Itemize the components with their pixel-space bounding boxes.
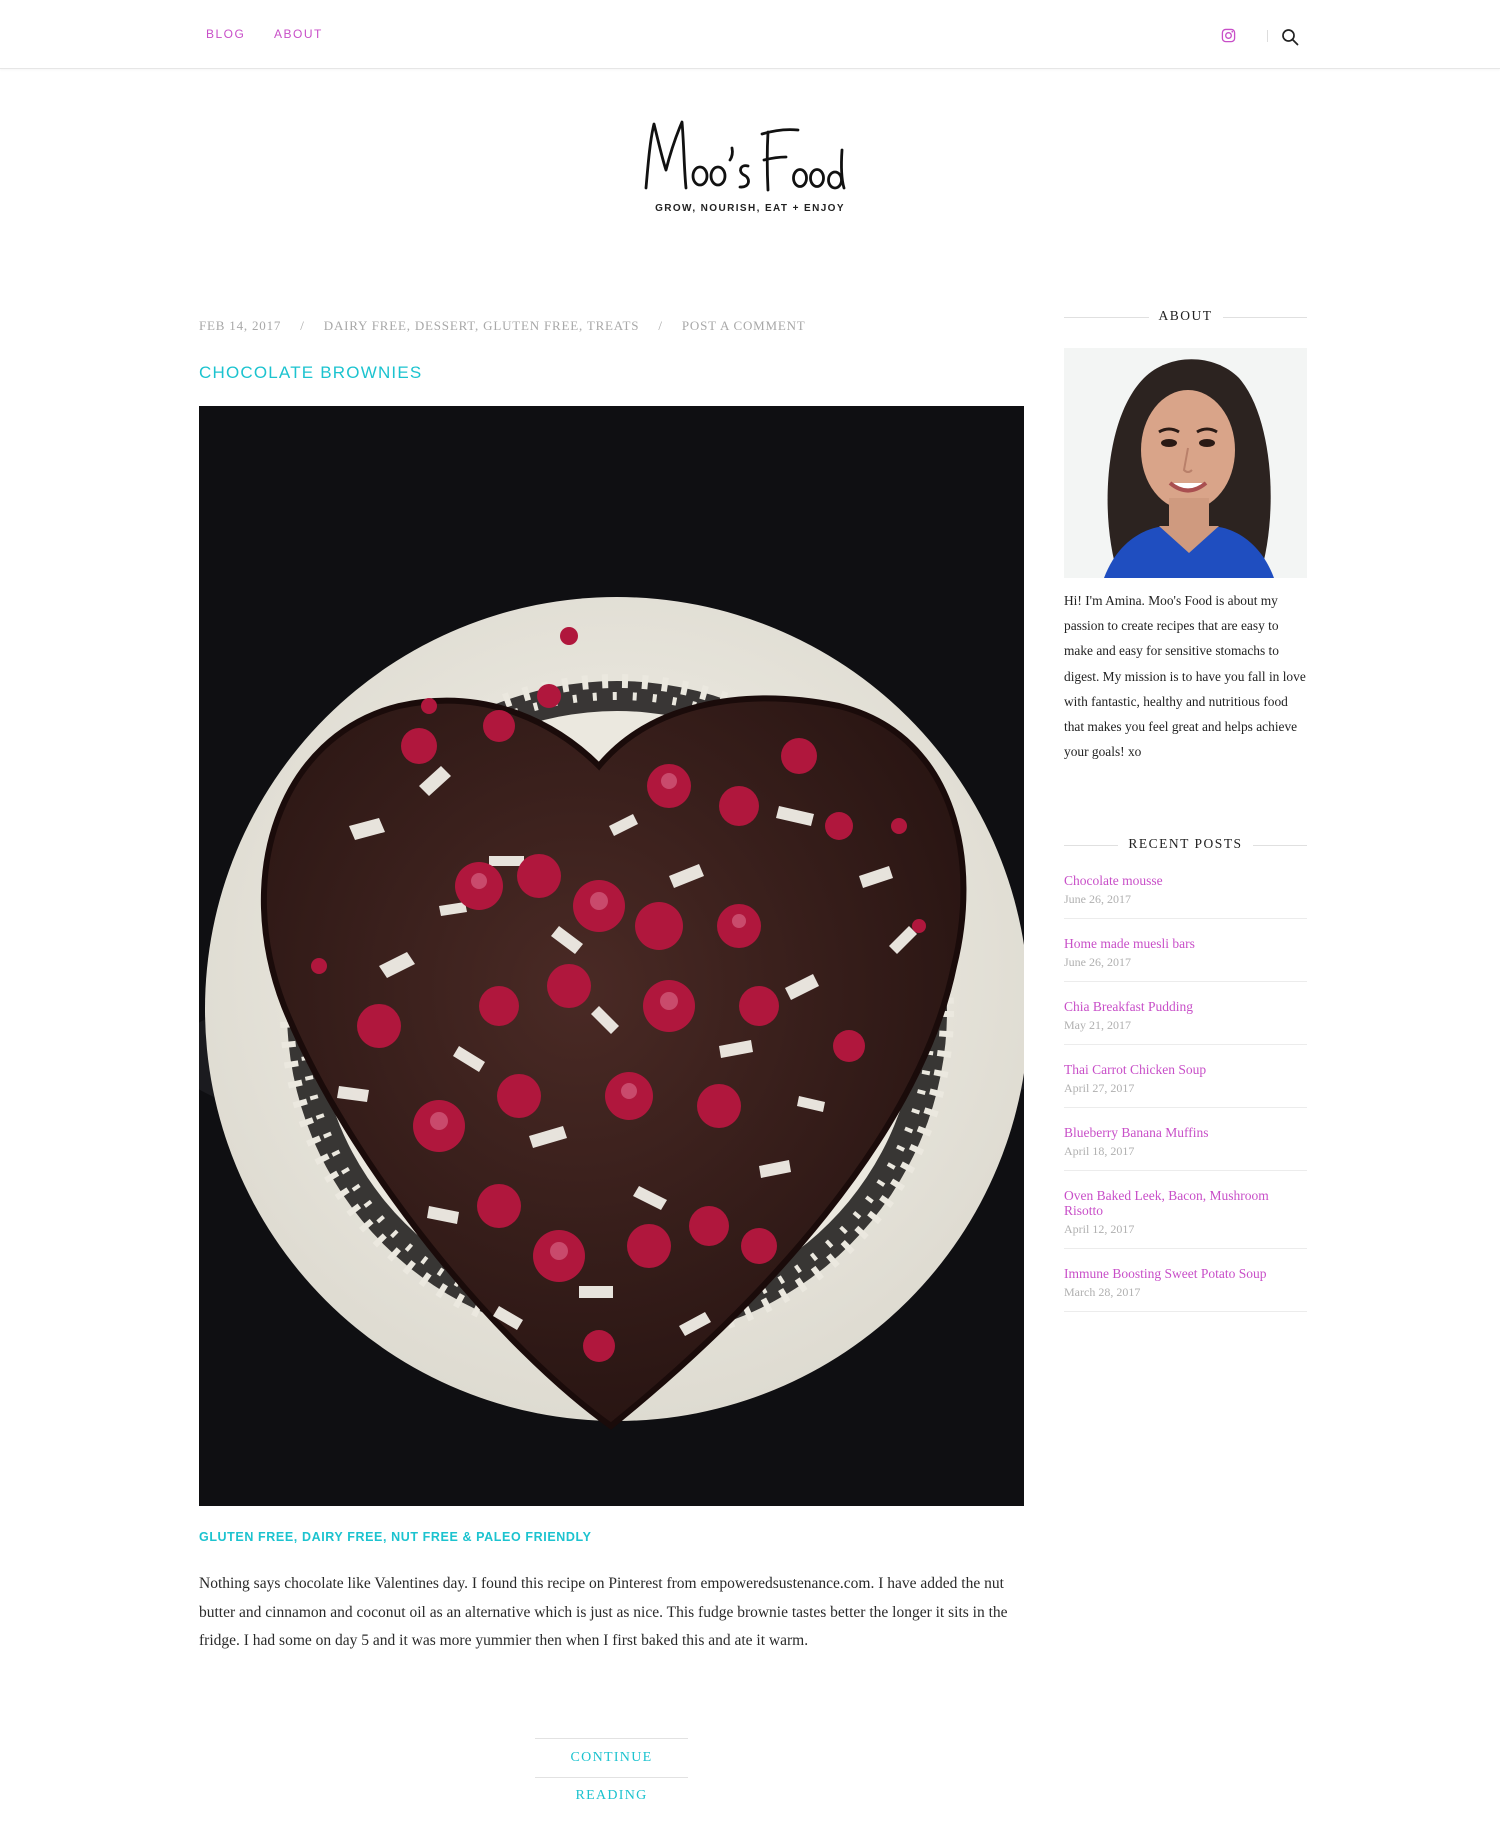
continue-reading-button[interactable]: CONTINUE READING [535,1738,688,1803]
logo-wordmark [644,120,846,192]
recent-post-item: Home made muesli bars June 26, 2017 [1064,933,1307,982]
heading-rule [1064,845,1124,846]
meta-separator: / [300,318,305,333]
nav-link-blog[interactable]: BLOG [206,27,245,41]
recent-post-link[interactable]: Oven Baked Leek, Bacon, Mushroom Risotto [1064,1188,1307,1218]
post-comment-link[interactable]: POST A COMMENT [682,318,806,334]
site-logo[interactable]: GROW, NOURISH, EAT + ENJOY [600,100,900,230]
heading-rule [1247,845,1307,846]
nav-divider [1267,30,1268,42]
sidebar-about-heading: ABOUT [1064,307,1307,327]
recent-post-item: Chia Breakfast Pudding May 21, 2017 [1064,996,1307,1045]
top-nav-bar: BLOG ABOUT [0,0,1500,69]
recent-post-date: March 28, 2017 [1064,1285,1141,1299]
brownie-photo [199,406,1024,1506]
post-featured-image[interactable] [199,406,1024,1506]
heading-rule [1217,317,1307,318]
recent-post-item: Blueberry Banana Muffins April 18, 2017 [1064,1122,1307,1171]
recent-post-link[interactable]: Blueberry Banana Muffins [1064,1125,1307,1140]
recent-post-date: May 21, 2017 [1064,1018,1131,1032]
recent-post-date: April 18, 2017 [1064,1144,1135,1158]
recent-post-link[interactable]: Immune Boosting Sweet Potato Soup [1064,1266,1307,1281]
recent-post-link[interactable]: Home made muesli bars [1064,936,1307,951]
post-title[interactable]: CHOCOLATE BROWNIES [199,363,422,383]
post-meta: FEB 14, 2017 / DAIRY FREE, DESSERT, GLUT… [199,318,806,334]
post-subheading: GLUTEN FREE, DAIRY FREE, NUT FREE & PALE… [199,1530,592,1544]
recent-post-item: Thai Carrot Chicken Soup April 27, 2017 [1064,1059,1307,1108]
recent-post-link[interactable]: Thai Carrot Chicken Soup [1064,1062,1307,1077]
nav-link-about[interactable]: ABOUT [274,27,323,41]
recent-heading-text: RECENT POSTS [1118,836,1253,852]
sidebar-recent-heading: RECENT POSTS [1064,835,1307,855]
search-icon[interactable] [1281,28,1299,46]
recent-post-item: Chocolate mousse June 26, 2017 [1064,870,1307,919]
author-portrait [1064,348,1307,578]
recent-post-date: April 12, 2017 [1064,1222,1135,1236]
recent-post-item: Oven Baked Leek, Bacon, Mushroom Risotto… [1064,1185,1307,1249]
about-author-photo [1064,348,1307,578]
post-excerpt: Nothing says chocolate like Valentines d… [199,1575,1008,1649]
recent-post-link[interactable]: Chocolate mousse [1064,873,1307,888]
site-tagline: GROW, NOURISH, EAT + ENJOY [655,203,845,214]
recent-post-link[interactable]: Chia Breakfast Pudding [1064,999,1307,1014]
post-categories[interactable]: DAIRY FREE, DESSERT, GLUTEN FREE, TREATS [324,318,640,334]
recent-post-date: June 26, 2017 [1064,892,1131,906]
instagram-icon[interactable] [1221,28,1236,43]
recent-post-date: April 27, 2017 [1064,1081,1135,1095]
heading-rule [1064,317,1154,318]
recent-post-date: June 26, 2017 [1064,955,1131,969]
post-date: FEB 14, 2017 [199,318,282,333]
about-text: Hi! I'm Amina. Moo's Food is about my pa… [1064,593,1306,760]
meta-separator: / [658,318,663,333]
recent-post-item: Immune Boosting Sweet Potato Soup March … [1064,1263,1307,1312]
recent-posts-list: Chocolate mousse June 26, 2017 Home made… [1064,870,1307,1326]
about-heading-text: ABOUT [1148,308,1223,324]
